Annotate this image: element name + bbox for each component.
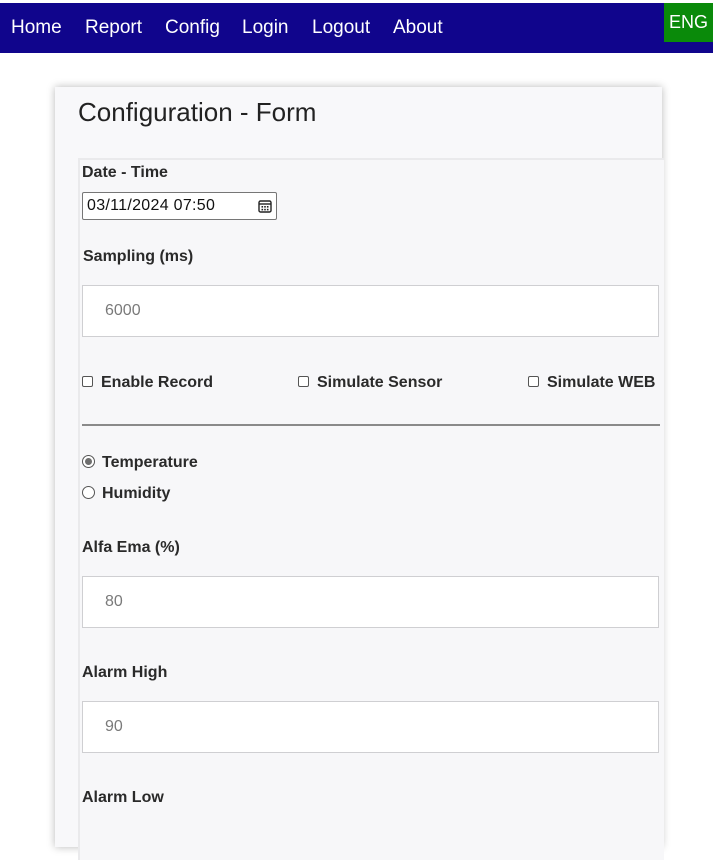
checkbox-box[interactable] <box>82 376 93 387</box>
alarm-high-input[interactable]: 90 <box>82 701 659 753</box>
top-navbar: Home Report Config Login Logout About EN… <box>0 3 713 53</box>
section-divider <box>82 424 660 426</box>
nav-config-link[interactable]: Config <box>165 3 220 53</box>
nav-about-link[interactable]: About <box>393 3 443 53</box>
enable-record-label: Enable Record <box>101 374 214 391</box>
simulate-sensor-label: Simulate Sensor <box>317 374 443 391</box>
page-title: Configuration - Form <box>78 97 317 127</box>
alfa-ema-label: Alfa Ema (%) <box>82 539 180 556</box>
nav-login-link[interactable]: Login <box>242 3 289 53</box>
nav-report-link[interactable]: Report <box>85 3 142 53</box>
checkbox-box[interactable] <box>298 376 309 387</box>
sampling-label: Sampling (ms) <box>83 248 194 265</box>
humidity-label: Humidity <box>102 485 171 502</box>
radio-button[interactable] <box>82 455 95 468</box>
language-button[interactable]: ENG <box>664 3 713 42</box>
alarm-high-label: Alarm High <box>82 664 168 681</box>
nav-logout-link[interactable]: Logout <box>312 3 370 53</box>
simulate-web-label: Simulate WEB <box>547 374 656 391</box>
datetime-value: 03/11/2024 07:50 <box>87 197 216 214</box>
checkbox-box[interactable] <box>528 376 539 387</box>
config-form-card: Configuration - Form Date - Time 03/11/2… <box>55 87 664 860</box>
config-form: Date - Time 03/11/2024 07:50 Sampling (m… <box>78 158 664 860</box>
sampling-input[interactable]: 6000 <box>82 285 659 337</box>
datetime-label: Date - Time <box>82 164 168 181</box>
datetime-field[interactable]: 03/11/2024 07:50 <box>82 192 277 220</box>
radio-button[interactable] <box>82 486 95 499</box>
nav-home-link[interactable]: Home <box>11 3 62 53</box>
alfa-ema-input[interactable]: 80 <box>82 576 659 628</box>
alarm-low-label: Alarm Low <box>82 789 164 806</box>
calendar-icon[interactable] <box>258 199 272 213</box>
temperature-label: Temperature <box>102 454 198 471</box>
